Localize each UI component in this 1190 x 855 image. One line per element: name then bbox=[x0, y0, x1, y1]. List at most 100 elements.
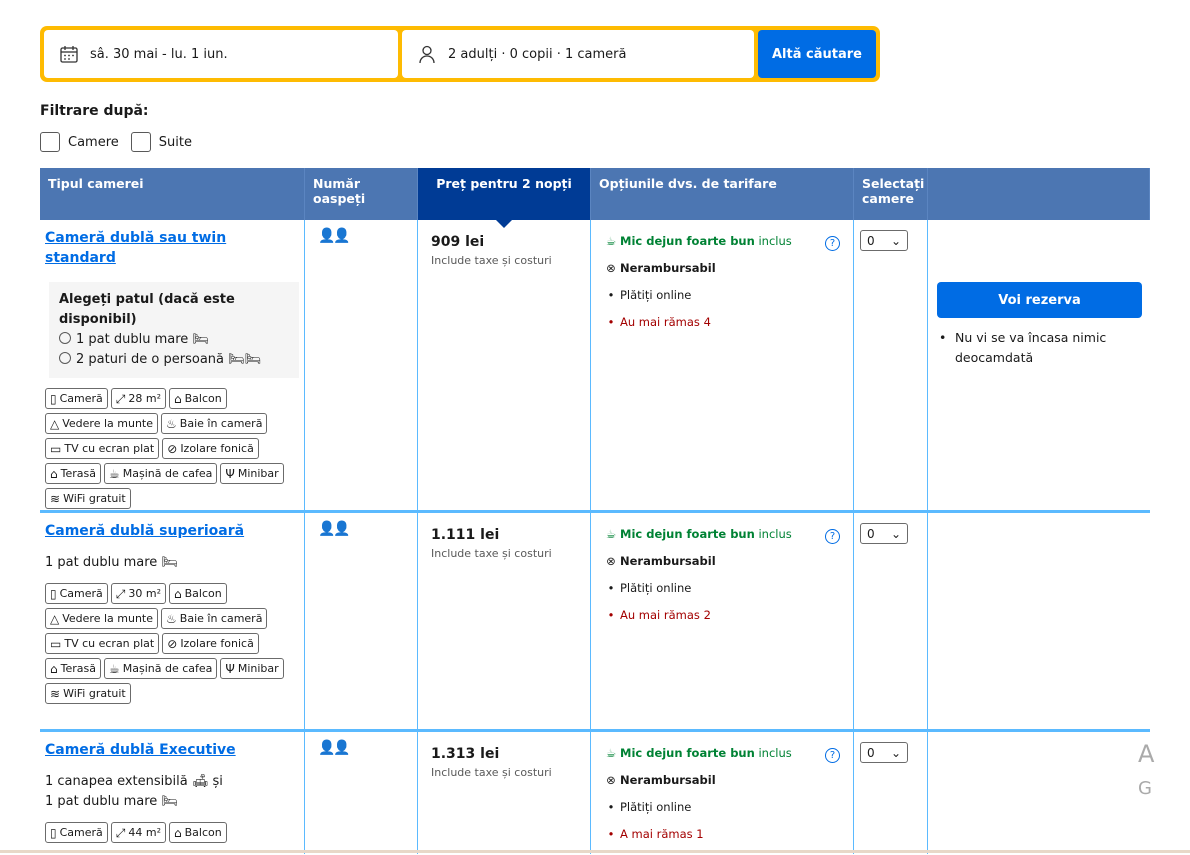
facility-chip: ▯ Cameră bbox=[45, 388, 108, 409]
facility-label: Minibar bbox=[237, 467, 279, 480]
breakfast-line: ☕ Mic dejun foarte bun inclus bbox=[602, 228, 848, 255]
coffee-machine-icon: ☕ bbox=[108, 466, 120, 481]
breakfast-line: ☕ Mic dejun foarte bun inclus bbox=[602, 521, 848, 548]
facility-label: Balcon bbox=[184, 826, 222, 839]
room-count-select[interactable]: 0 ⌄ bbox=[860, 742, 908, 763]
soundproof-icon: ⊘ bbox=[167, 636, 178, 651]
room-icon: ▯ bbox=[50, 391, 57, 406]
facility-label: Vedere la munte bbox=[62, 612, 154, 625]
dates-field[interactable]: sâ. 30 mai - lu. 1 iun. bbox=[44, 30, 398, 78]
facility-label: Terasă bbox=[60, 467, 96, 480]
availability-label: A mai rămas 1 bbox=[620, 827, 704, 841]
filter-rooms[interactable]: Camere bbox=[40, 132, 119, 152]
bed-option[interactable]: 1 pat dublu mare 🛏 bbox=[59, 330, 289, 350]
info-icon[interactable]: ? bbox=[825, 236, 840, 251]
tv-icon: ▭ bbox=[50, 636, 62, 651]
select-cell: 0 ⌄ bbox=[854, 513, 928, 729]
reserve-panel: Voi rezerva Nu vi se va încasa nimic deo… bbox=[937, 282, 1142, 368]
bath-icon: ♨ bbox=[166, 611, 177, 626]
bed-option-label: 1 pat dublu mare bbox=[76, 332, 189, 347]
room-count-select[interactable]: 0 ⌄ bbox=[860, 523, 908, 544]
select-value: 0 bbox=[867, 233, 875, 248]
balcony-icon: ⌂ bbox=[174, 391, 182, 406]
facility-chip: Ψ Minibar bbox=[220, 463, 284, 484]
table-header: Tipul camerei Număr oaspeți Preț pentru … bbox=[40, 168, 1150, 228]
facility-label: Cameră bbox=[59, 392, 103, 405]
breakfast-included: inclus bbox=[758, 527, 792, 541]
wifi-icon: ≋ bbox=[50, 686, 61, 701]
facility-label: Baie în cameră bbox=[179, 417, 263, 430]
guests-cell: 👤👤 bbox=[305, 732, 418, 854]
facility-label: Minibar bbox=[237, 662, 279, 675]
filter-options: Camere Suite bbox=[40, 132, 192, 152]
chevron-down-icon: ⌄ bbox=[890, 745, 901, 760]
mountain-icon: △ bbox=[50, 611, 60, 626]
bed-option[interactable]: 2 paturi de o persoană 🛏🛏 bbox=[59, 350, 289, 370]
price-cell: 909 lei Include taxe și costuri bbox=[418, 220, 591, 510]
filter-suites[interactable]: Suite bbox=[130, 132, 192, 152]
size-icon: ⤢ bbox=[115, 825, 126, 840]
facility-chip: ⌂ Terasă bbox=[45, 658, 101, 679]
select-cell: 0 ⌄ bbox=[854, 220, 928, 510]
room-name-link[interactable]: Cameră dublă sau twin standard bbox=[45, 228, 299, 268]
room-type-cell: Cameră dublă sau twin standard Alegeți p… bbox=[40, 220, 305, 510]
chevron-down-icon: ⌄ bbox=[890, 526, 901, 541]
checkbox[interactable] bbox=[40, 132, 60, 152]
bath-icon: ♨ bbox=[166, 416, 177, 431]
options-cell: ? ☕ Mic dejun foarte bun inclus ⊗ Nerambur… bbox=[591, 513, 854, 729]
info-icon[interactable]: ? bbox=[825, 748, 840, 763]
reserve-button[interactable]: Voi rezerva bbox=[937, 282, 1142, 318]
facility-chip: ▯ Cameră bbox=[45, 583, 108, 604]
checkbox[interactable] bbox=[130, 132, 151, 152]
facility-chip: △ Vedere la munte bbox=[45, 413, 159, 434]
bed-option-label: 2 paturi de o persoană bbox=[76, 352, 225, 367]
facility-label: Baie în cameră bbox=[179, 612, 263, 625]
terrace-icon: ⌂ bbox=[50, 466, 58, 481]
reserve-note: Nu vi se va încasa nimic deocamdată bbox=[937, 328, 1142, 368]
search-button[interactable]: Altă căutare bbox=[758, 30, 876, 78]
rate-options: ? ☕ Mic dejun foarte bun inclus ⊗ Nerambur… bbox=[596, 228, 848, 336]
pay-label: Plătiți online bbox=[620, 581, 692, 595]
size-icon: ⤢ bbox=[115, 586, 126, 601]
double-bed-icon: 🛏 bbox=[192, 332, 209, 347]
balcony-icon: ⌂ bbox=[174, 825, 182, 840]
refund-label: Nerambursabil bbox=[620, 773, 716, 787]
facility-chip: ⤢ 44 m² bbox=[110, 822, 167, 843]
taxes-note: Include taxe și costuri bbox=[431, 254, 552, 267]
breakfast-included: inclus bbox=[758, 234, 792, 248]
pay-line: • Plătiți online bbox=[602, 794, 848, 821]
select-value: 0 bbox=[867, 745, 875, 760]
options-cell: ? ☕ Mic dejun foarte bun inclus ⊗ Nerambur… bbox=[591, 220, 854, 510]
select-value: 0 bbox=[867, 526, 875, 541]
facility-chip: ⌂ Balcon bbox=[169, 822, 227, 843]
breakfast-label: Mic dejun foarte bun bbox=[620, 527, 755, 541]
cup-icon: ☕ bbox=[605, 527, 617, 541]
coffee-machine-icon: ☕ bbox=[108, 661, 120, 676]
radio[interactable] bbox=[59, 332, 71, 344]
divider bbox=[0, 850, 1190, 853]
breakfast-label: Mic dejun foarte bun bbox=[620, 746, 755, 760]
side-overflow-letter: A bbox=[1138, 740, 1155, 768]
chevron-down-icon: ⌄ bbox=[890, 233, 901, 248]
refund-line: ⊗ Nerambursabil bbox=[602, 767, 848, 794]
room-count-select[interactable]: 0 ⌄ bbox=[860, 230, 908, 251]
refund-line: ⊗ Nerambursabil bbox=[602, 255, 848, 282]
facilities: ▯ Cameră ⤢ 44 m² ⌂ Balcon bbox=[45, 822, 300, 843]
facility-chip: ▭ TV cu ecran plat bbox=[45, 438, 160, 459]
radio[interactable] bbox=[59, 352, 71, 364]
info-icon[interactable]: ? bbox=[825, 529, 840, 544]
balcony-icon: ⌂ bbox=[174, 586, 182, 601]
header-options: Opțiunile dvs. de tarifare bbox=[591, 168, 854, 220]
price-value: 1.313 lei bbox=[431, 746, 500, 762]
bed-choice-title: Alegeți patul (dacă este disponibil) bbox=[59, 292, 235, 327]
facility-chip: ♨ Baie în cameră bbox=[161, 608, 268, 629]
guests-field[interactable]: 2 adulți · 0 copii · 1 cameră bbox=[402, 30, 754, 78]
pay-label: Plătiți online bbox=[620, 288, 692, 302]
bed-label: 1 canapea extensibilă bbox=[45, 774, 188, 789]
room-type-cell: Cameră dublă Executive 1 canapea extensi… bbox=[40, 732, 305, 854]
search-bar: sâ. 30 mai - lu. 1 iun. 2 adulți · 0 cop… bbox=[40, 26, 880, 82]
room-name-link[interactable]: Cameră dublă Executive bbox=[45, 740, 299, 760]
room-name-link[interactable]: Cameră dublă superioară bbox=[45, 521, 299, 541]
refund-label: Nerambursabil bbox=[620, 554, 716, 568]
facility-label: Izolare fonică bbox=[180, 637, 254, 650]
